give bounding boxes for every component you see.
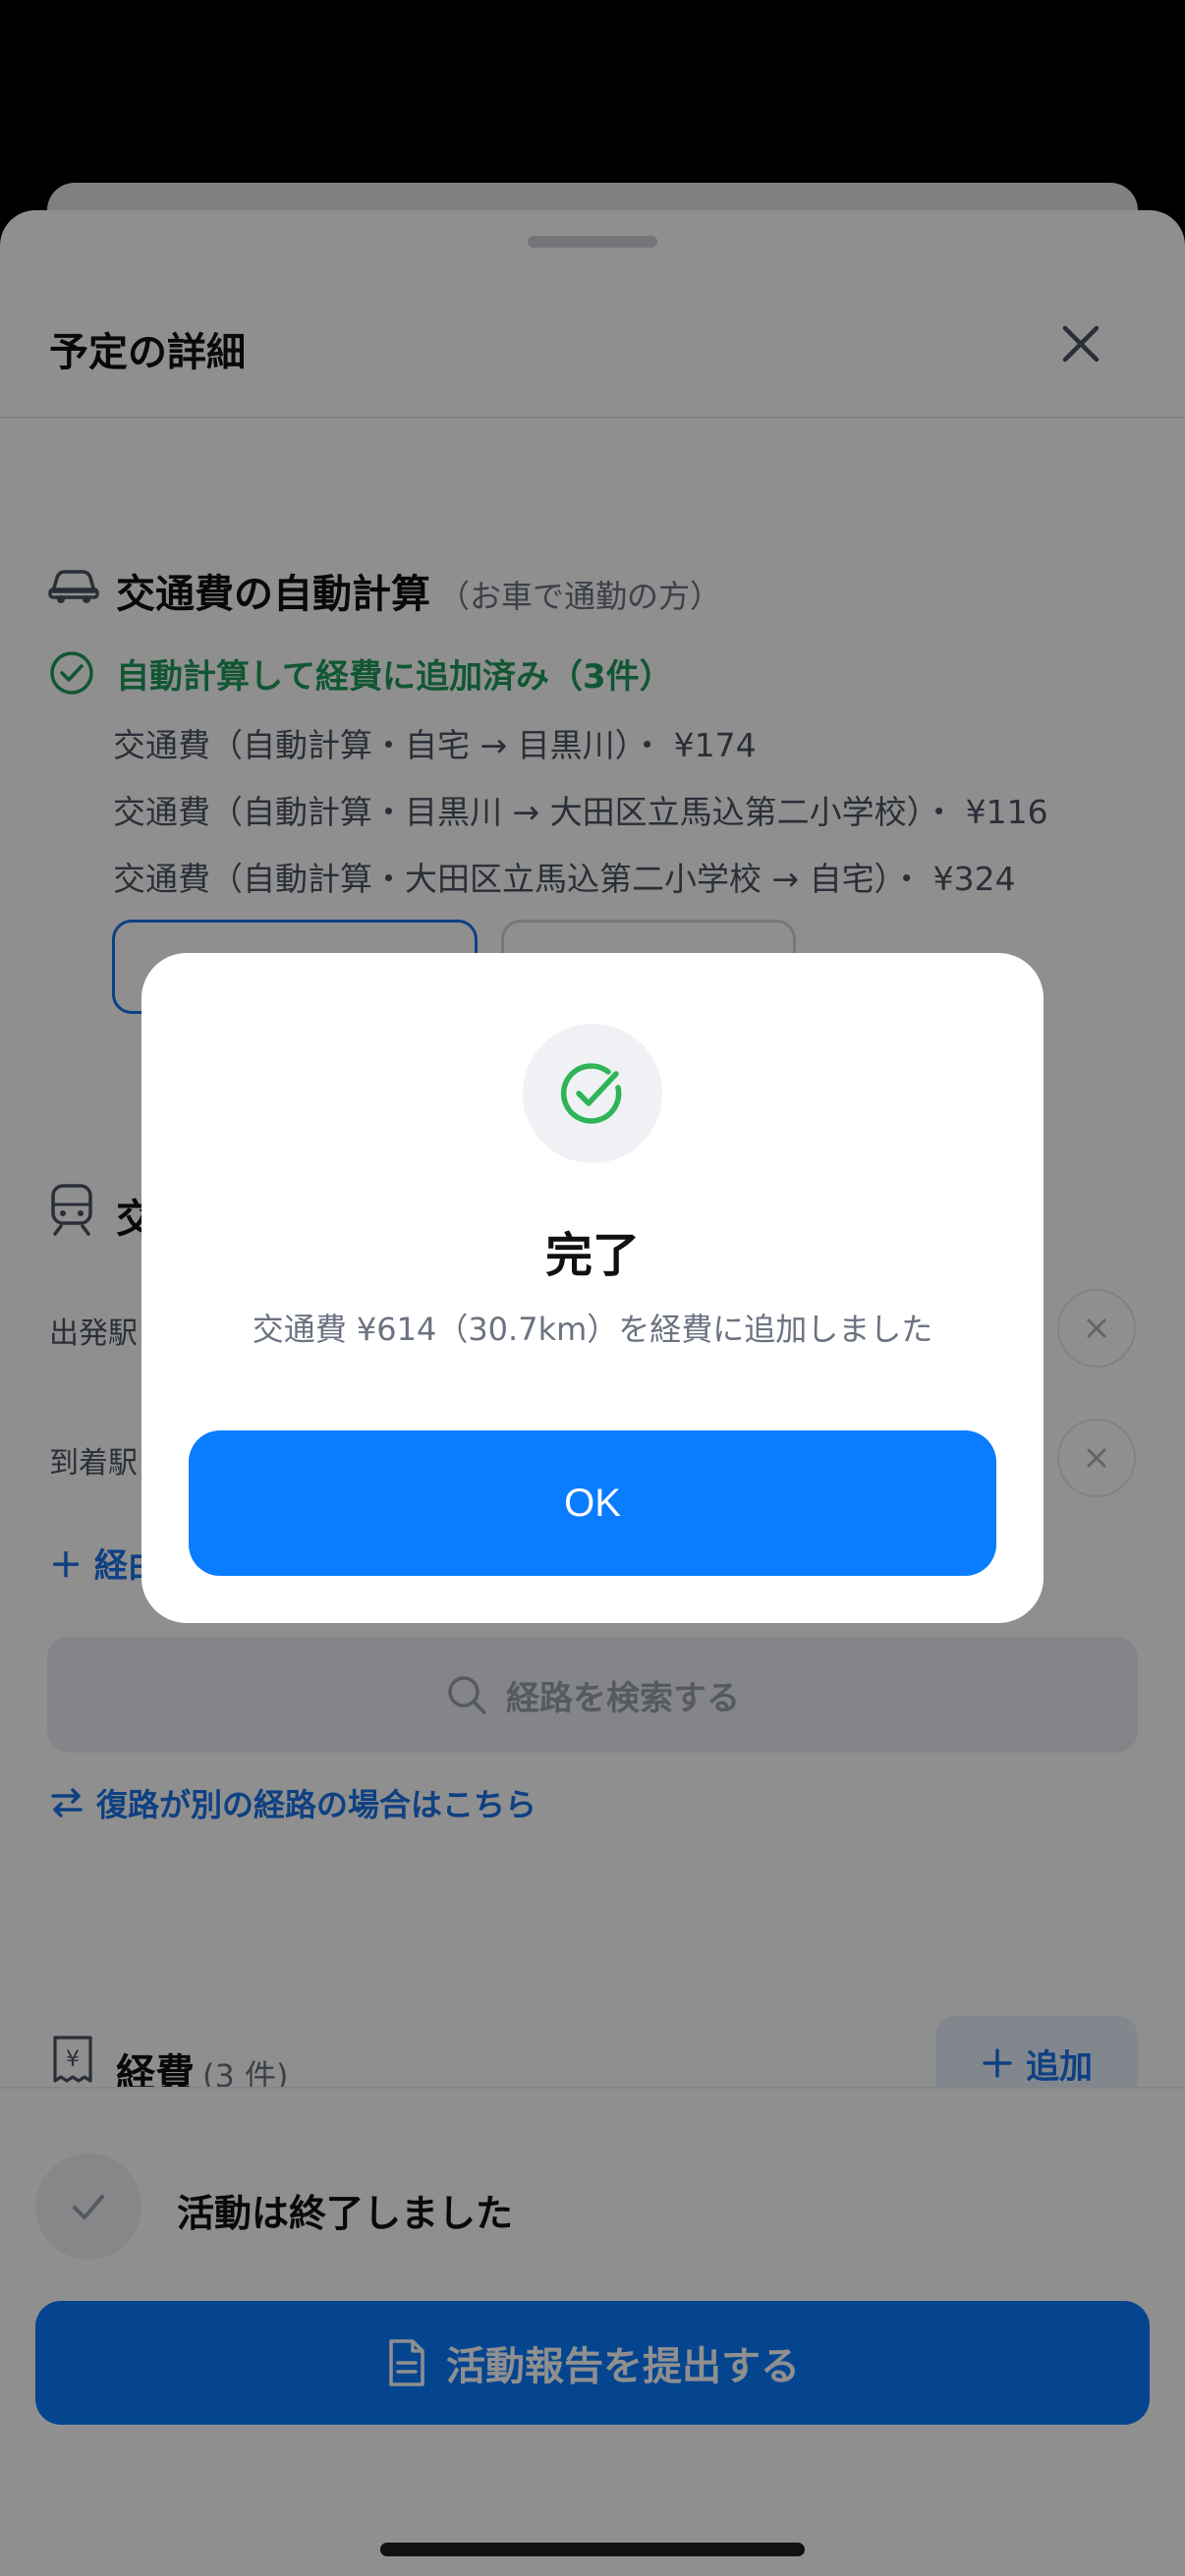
check-circle-icon	[560, 1063, 622, 1124]
success-icon-wrap	[523, 1024, 662, 1163]
dialog-message: 交通費 ¥614（30.7km）を経費に追加しました	[252, 1311, 933, 1348]
home-indicator[interactable]	[380, 2543, 805, 2556]
dialog-title: 完了	[544, 1228, 640, 1283]
ok-label: OK	[564, 1481, 621, 1525]
completion-dialog: 完了 交通費 ¥614（30.7km）を経費に追加しました OK	[141, 953, 1044, 1623]
ok-button[interactable]: OK	[189, 1430, 996, 1576]
